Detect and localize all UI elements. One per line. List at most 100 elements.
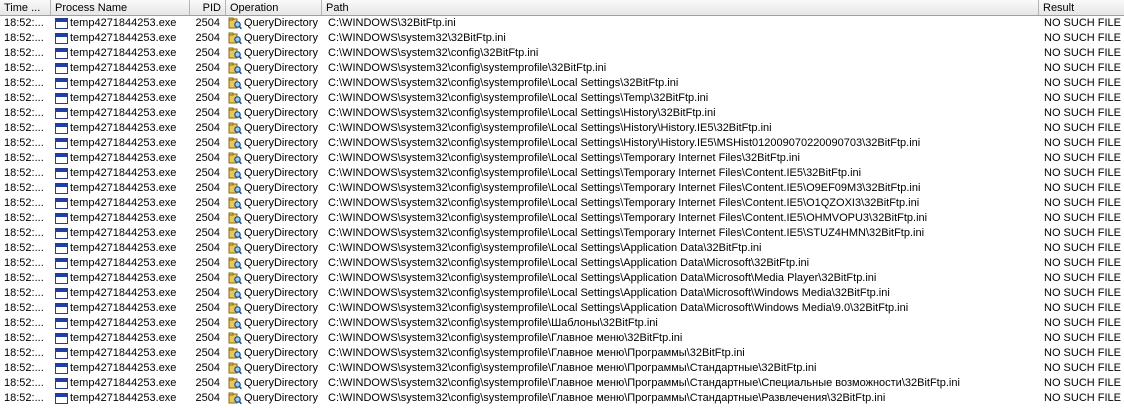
table-row[interactable]: 18:52:... temp4271844253.exe 2504 QueryDire…: [0, 121, 1124, 136]
table-row[interactable]: 18:52:... temp4271844253.exe 2504 QueryDire…: [0, 31, 1124, 46]
query-directory-icon: [228, 62, 244, 75]
table-row[interactable]: 18:52:... temp4271844253.exe 2504 QueryDire…: [0, 106, 1124, 121]
table-row[interactable]: 18:52:... temp4271844253.exe 2504 QueryDire…: [0, 331, 1124, 346]
process-name-text: temp4271844253.exe: [70, 242, 177, 254]
cell-operation: QueryDirectory: [226, 226, 322, 241]
table-row[interactable]: 18:52:... temp4271844253.exe 2504 QueryDire…: [0, 271, 1124, 286]
cell-process-name: temp4271844253.exe: [51, 166, 190, 181]
table-row[interactable]: 18:52:... temp4271844253.exe 2504 QueryDire…: [0, 301, 1124, 316]
cell-process-name: temp4271844253.exe: [51, 376, 190, 391]
table-row[interactable]: 18:52:... temp4271844253.exe 2504 QueryDire…: [0, 151, 1124, 166]
cell-pid: 2504: [195, 77, 220, 89]
query-directory-icon: [228, 362, 244, 375]
table-row[interactable]: 18:52:... temp4271844253.exe 2504 QueryDire…: [0, 346, 1124, 361]
column-header-pid[interactable]: PID: [190, 0, 226, 15]
cell-pid: 2504: [195, 122, 220, 134]
exe-icon: [55, 393, 68, 404]
cell-result: NO SUCH FILE: [1044, 347, 1122, 359]
cell-operation: QueryDirectory: [226, 121, 322, 136]
table-row[interactable]: 18:52:... temp4271844253.exe 2504 QueryDire…: [0, 16, 1124, 31]
table-row[interactable]: 18:52:... temp4271844253.exe 2504 QueryDire…: [0, 316, 1124, 331]
cell-path: C:\WINDOWS\system32\config\systemprofile…: [322, 346, 1039, 361]
cell-process-name: temp4271844253.exe: [51, 121, 190, 136]
operation-text: QueryDirectory: [244, 227, 318, 239]
query-directory-icon: [228, 242, 244, 255]
cell-path: C:\WINDOWS\system32\config\systemprofile…: [322, 301, 1039, 316]
cell-time: 18:52:...: [4, 212, 44, 224]
cell-operation: QueryDirectory: [226, 391, 322, 406]
query-directory-icon: [228, 377, 244, 390]
table-row[interactable]: 18:52:... temp4271844253.exe 2504 QueryDire…: [0, 136, 1124, 151]
table-row[interactable]: 18:52:... temp4271844253.exe 2504 QueryDire…: [0, 76, 1124, 91]
cell-result: NO SUCH FILE: [1044, 392, 1122, 404]
table-row[interactable]: 18:52:... temp4271844253.exe 2504 QueryDire…: [0, 361, 1124, 376]
cell-result: NO SUCH FILE: [1044, 122, 1122, 134]
path-text: C:\WINDOWS\system32\config\systemprofile…: [328, 362, 817, 374]
cell-pid: 2504: [195, 167, 220, 179]
table-row[interactable]: 18:52:... temp4271844253.exe 2504 QueryDire…: [0, 286, 1124, 301]
cell-path: C:\WINDOWS\system32\config\systemprofile…: [322, 106, 1039, 121]
cell-path: C:\WINDOWS\system32\config\systemprofile…: [322, 226, 1039, 241]
table-row[interactable]: 18:52:... temp4271844253.exe 2504 QueryDire…: [0, 61, 1124, 76]
process-name-text: temp4271844253.exe: [70, 32, 177, 44]
table-row[interactable]: 18:52:... temp4271844253.exe 2504 QueryDire…: [0, 226, 1124, 241]
cell-path: C:\WINDOWS\system32\config\systemprofile…: [322, 136, 1039, 151]
table-row[interactable]: 18:52:... temp4271844253.exe 2504 QueryDire…: [0, 181, 1124, 196]
table-row[interactable]: 18:52:... temp4271844253.exe 2504 QueryDire…: [0, 91, 1124, 106]
table-row[interactable]: 18:52:... temp4271844253.exe 2504 QueryDire…: [0, 241, 1124, 256]
query-directory-icon: [228, 317, 244, 330]
process-name-text: temp4271844253.exe: [70, 362, 177, 374]
query-directory-icon: [228, 227, 244, 240]
column-header-time[interactable]: Time ...: [0, 0, 51, 15]
exe-icon: [55, 228, 68, 239]
cell-process-name: temp4271844253.exe: [51, 391, 190, 406]
path-text: C:\WINDOWS\system32\config\systemprofile…: [328, 212, 928, 224]
exe-icon: [55, 318, 68, 329]
event-rows: 18:52:... temp4271844253.exe 2504 QueryDire…: [0, 16, 1124, 406]
exe-icon: [55, 378, 68, 389]
cell-operation: QueryDirectory: [226, 61, 322, 76]
cell-operation: QueryDirectory: [226, 361, 322, 376]
table-row[interactable]: 18:52:... temp4271844253.exe 2504 QueryDire…: [0, 256, 1124, 271]
table-row[interactable]: 18:52:... temp4271844253.exe 2504 QueryDire…: [0, 376, 1124, 391]
cell-operation: QueryDirectory: [226, 151, 322, 166]
exe-icon: [55, 243, 68, 254]
operation-text: QueryDirectory: [244, 167, 318, 179]
query-directory-icon: [228, 347, 244, 360]
event-list-grid[interactable]: Time ... Process Name PID Operation Path…: [0, 0, 1124, 408]
process-name-text: temp4271844253.exe: [70, 62, 177, 74]
query-directory-icon: [228, 17, 244, 30]
cell-operation: QueryDirectory: [226, 106, 322, 121]
query-directory-icon: [228, 107, 244, 120]
cell-operation: QueryDirectory: [226, 166, 322, 181]
process-name-text: temp4271844253.exe: [70, 272, 177, 284]
table-row[interactable]: 18:52:... temp4271844253.exe 2504 QueryDire…: [0, 196, 1124, 211]
cell-process-name: temp4271844253.exe: [51, 241, 190, 256]
process-name-text: temp4271844253.exe: [70, 257, 177, 269]
table-row[interactable]: 18:52:... temp4271844253.exe 2504 QueryDire…: [0, 166, 1124, 181]
query-directory-icon: [228, 92, 244, 105]
table-row[interactable]: 18:52:... temp4271844253.exe 2504 QueryDire…: [0, 46, 1124, 61]
process-name-text: temp4271844253.exe: [70, 392, 177, 404]
cell-pid: 2504: [195, 152, 220, 164]
table-row[interactable]: 18:52:... temp4271844253.exe 2504 QueryDire…: [0, 211, 1124, 226]
path-text: C:\WINDOWS\system32\config\systemprofile…: [328, 287, 890, 299]
cell-pid: 2504: [195, 317, 220, 329]
cell-path: C:\WINDOWS\system32\config\systemprofile…: [322, 76, 1039, 91]
query-directory-icon: [228, 287, 244, 300]
exe-icon: [55, 123, 68, 134]
column-header-path[interactable]: Path: [322, 0, 1039, 15]
column-header-result[interactable]: Result: [1039, 0, 1124, 15]
cell-process-name: temp4271844253.exe: [51, 91, 190, 106]
cell-time: 18:52:...: [4, 257, 44, 269]
cell-operation: QueryDirectory: [226, 196, 322, 211]
cell-pid: 2504: [195, 62, 220, 74]
highlighted-filename: 32BitFtp.ini: [400, 17, 456, 29]
path-text: C:\WINDOWS\system32\config\systemprofile…: [328, 182, 921, 194]
column-header-process-name[interactable]: Process Name: [51, 0, 190, 15]
exe-icon: [55, 153, 68, 164]
table-row[interactable]: 18:52:... temp4271844253.exe 2504 QueryDire…: [0, 391, 1124, 406]
process-name-text: temp4271844253.exe: [70, 107, 177, 119]
column-header-operation[interactable]: Operation: [226, 0, 322, 15]
process-name-text: temp4271844253.exe: [70, 122, 177, 134]
